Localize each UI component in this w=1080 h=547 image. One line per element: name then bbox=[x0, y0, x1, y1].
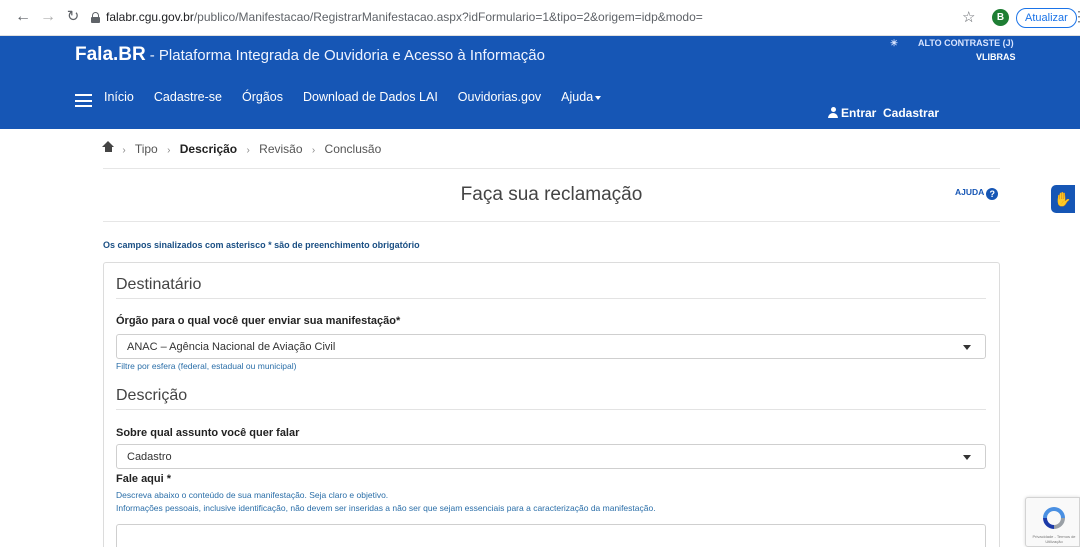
divider bbox=[103, 168, 1000, 169]
forward-arrow-icon[interactable]: → bbox=[39, 8, 57, 26]
site-header: Fala.BR - Plataforma Integrada de Ouvidor… bbox=[0, 36, 1080, 129]
contrast-icon[interactable]: ☀ bbox=[890, 38, 898, 49]
nav-ouvidorias[interactable]: Ouvidorias.gov bbox=[458, 90, 541, 104]
hamburger-menu-icon[interactable] bbox=[75, 94, 92, 107]
recaptcha-badge[interactable]: Privacidade - Termos de Utilização bbox=[1025, 497, 1080, 547]
address-bar[interactable]: falabr.cgu.gov.br/publico/Manifestacao/R… bbox=[106, 10, 703, 24]
help-label: AJUDA bbox=[955, 187, 985, 197]
vlibras-hand-icon[interactable]: ✋ bbox=[1051, 185, 1075, 213]
profile-avatar[interactable]: B bbox=[992, 9, 1009, 26]
section-divider bbox=[116, 298, 986, 299]
chevron-right-icon: › bbox=[246, 145, 250, 156]
divider bbox=[103, 221, 1000, 222]
orgao-filter-link[interactable]: Filtre por esfera (federal, estadual ou … bbox=[116, 361, 296, 371]
browser-toolbar: ← → ↻ falabr.cgu.gov.br/publico/Manifest… bbox=[0, 0, 1080, 36]
menu-kebab-icon[interactable]: ⋮ bbox=[1072, 8, 1080, 25]
breadcrumb-descricao: Descrição bbox=[179, 142, 238, 156]
dropdown-arrow-icon bbox=[963, 345, 971, 350]
assunto-select[interactable]: Cadastro bbox=[116, 444, 986, 469]
site-tagline: - Plataforma Integrada de Ouvidoria e Ac… bbox=[149, 47, 545, 64]
chevron-right-icon: › bbox=[122, 145, 126, 156]
update-button[interactable]: Atualizar bbox=[1016, 8, 1077, 28]
section-divider bbox=[116, 409, 986, 410]
auth-links: Entrar Cadastrar bbox=[828, 106, 939, 120]
reload-icon[interactable]: ↻ bbox=[64, 8, 82, 26]
orgao-label: Órgão para o qual você quer enviar sua m… bbox=[116, 315, 401, 327]
nav-inicio[interactable]: Início bbox=[104, 90, 134, 104]
fale-hint-1: Descreva abaixo o conteúdo de sua manife… bbox=[116, 490, 389, 500]
nav-orgaos[interactable]: Órgãos bbox=[242, 90, 283, 104]
section-title-descricao: Descrição bbox=[116, 387, 188, 404]
required-fields-note: Os campos sinalizados com asterisco * sã… bbox=[103, 240, 420, 250]
fale-hint-2: Informações pessoais, inclusive identifi… bbox=[116, 503, 656, 513]
brand[interactable]: Fala.BR - Plataforma Integrada de Ouvidor… bbox=[75, 44, 545, 66]
orgao-select[interactable]: ANAC – Agência Nacional de Aviação Civil bbox=[116, 334, 986, 359]
breadcrumb-revisao: Revisão bbox=[259, 142, 303, 156]
recaptcha-icon bbox=[1043, 507, 1065, 529]
login-link[interactable]: Entrar bbox=[841, 106, 876, 120]
dropdown-arrow-icon bbox=[963, 455, 971, 460]
main-nav: Início Cadastre-se Órgãos Download de Da… bbox=[104, 90, 621, 104]
help-link[interactable]: AJUDA? bbox=[955, 187, 999, 200]
breadcrumb-conclusao: Conclusão bbox=[324, 142, 382, 156]
chevron-right-icon: › bbox=[311, 145, 316, 156]
question-circle-icon: ? bbox=[986, 188, 999, 200]
nav-ajuda-label: Ajuda bbox=[561, 90, 594, 104]
caret-down-icon bbox=[595, 95, 602, 100]
nav-cadastre-se[interactable]: Cadastre-se bbox=[154, 90, 222, 104]
orgao-selected-value: ANAC – Agência Nacional de Aviação Civil bbox=[127, 341, 336, 353]
site-logo: Fala.BR bbox=[75, 44, 146, 65]
bookmark-star-icon[interactable]: ☆ bbox=[962, 8, 975, 26]
home-icon[interactable] bbox=[102, 141, 114, 153]
high-contrast-link[interactable]: ALTO CONTRASTE (J) bbox=[918, 38, 1014, 48]
url-host: falabr.cgu.gov.br bbox=[106, 10, 194, 24]
fale-aqui-label: Fale aqui * bbox=[116, 473, 172, 485]
breadcrumb: › Tipo › Descrição › Revisão › Conclusão bbox=[102, 141, 382, 156]
url-path: /publico/Manifestacao/RegistrarManifesta… bbox=[193, 10, 703, 24]
page-title: Faça sua reclamação bbox=[460, 184, 643, 205]
section-title-destinatario: Destinatário bbox=[116, 276, 202, 293]
register-link[interactable]: Cadastrar bbox=[883, 106, 939, 120]
assunto-selected-value: Cadastro bbox=[127, 451, 172, 463]
nav-download-dados[interactable]: Download de Dados LAI bbox=[303, 90, 438, 104]
manifestacao-textarea[interactable] bbox=[116, 524, 986, 547]
recaptcha-text: Privacidade - Termos de Utilização bbox=[1032, 534, 1076, 544]
assunto-label: Sobre qual assunto você quer falar bbox=[116, 427, 300, 439]
vlibras-link[interactable]: VLIBRAS bbox=[976, 52, 1016, 62]
breadcrumb-tipo[interactable]: Tipo bbox=[135, 142, 158, 156]
nav-ajuda-dropdown[interactable]: Ajuda bbox=[561, 90, 602, 104]
user-icon bbox=[828, 107, 838, 118]
back-arrow-icon[interactable]: ← bbox=[14, 8, 32, 26]
lock-icon bbox=[91, 12, 100, 23]
chevron-right-icon: › bbox=[167, 145, 171, 156]
